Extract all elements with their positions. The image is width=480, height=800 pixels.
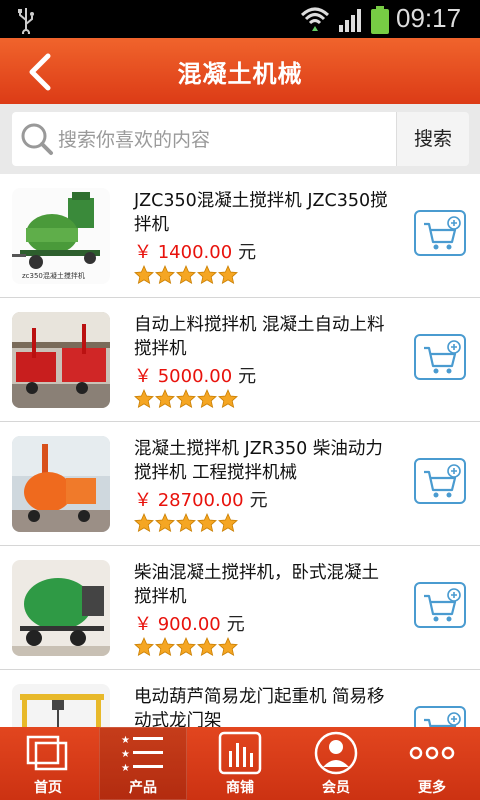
add-to-cart-button[interactable] [414,706,466,727]
list-icon: ★ ★ ★ [121,735,163,774]
star-icon [176,264,196,285]
star-icon [218,388,238,409]
svg-text:★: ★ [121,763,130,774]
product-name[interactable]: 混凝土搅拌机 JZR350 柴油动力搅拌机 工程搅拌机械 [134,437,390,485]
star-icon [155,388,175,409]
star-icon [197,512,217,533]
cart-icon [424,216,461,250]
tab-shops[interactable]: 商铺 [192,727,288,800]
rating-stars [134,388,239,413]
rating-stars [134,512,239,537]
star-icon [218,636,238,657]
product-price: ￥ 5000.00 元 [134,362,256,388]
search-button[interactable]: 搜索 [396,112,469,166]
battery-icon [371,6,389,34]
clock: 09:17 [396,3,462,33]
rating-stars [134,264,239,289]
product-item[interactable]: 自动上料搅拌机 混凝土自动上料搅拌机 ￥ 5000.00 元 [0,298,480,422]
currency-symbol: ￥ [134,366,152,387]
currency-symbol: ￥ [134,490,152,511]
page-title: 混凝土机械 [177,60,303,88]
product-price: ￥ 900.00 元 [134,610,245,636]
product-image: zc350混凝土搅拌机 [12,188,110,284]
cart-icon [424,588,461,622]
wifi-icon [300,7,330,31]
product-item[interactable]: 电动葫芦简易龙门起重机 简易移动式龙门架 [0,670,480,727]
search-box [12,112,396,166]
tab-products[interactable]: ★ ★ ★ 产品 [99,727,187,800]
product-price: ￥ 1400.00 元 [134,238,256,264]
search-bar: 搜索 [0,104,480,174]
product-name[interactable]: 柴油混凝土搅拌机，卧式混凝土搅拌机 [134,561,390,609]
tab-label: 会员 [322,780,350,796]
search-icon [21,123,53,155]
star-icon [176,388,196,409]
product-name[interactable]: 电动葫芦简易龙门起重机 简易移动式龙门架 [134,685,390,727]
currency-symbol: ￥ [134,242,152,263]
star-icon [197,264,217,285]
add-to-cart-button[interactable] [414,582,466,628]
cart-icon [424,712,461,727]
add-to-cart-button[interactable] [414,458,466,504]
price-unit: 元 [238,366,257,387]
add-to-cart-button[interactable] [414,210,466,256]
product-item[interactable]: zc350混凝土搅拌机 JZC350混凝土搅拌机 JZC350搅拌机 ￥ 140… [0,174,480,298]
windows-icon [26,735,68,771]
price-unit: 元 [238,242,257,263]
product-image [12,436,110,532]
star-icon [176,512,196,533]
product-item[interactable]: 柴油混凝土搅拌机，卧式混凝土搅拌机 ￥ 900.00 元 [0,546,480,670]
rating-stars [134,636,239,661]
star-icon [176,636,196,657]
price-unit: 元 [226,614,245,635]
svg-text:★: ★ [121,749,130,760]
tab-label: 商铺 [226,780,254,796]
bar-chart-icon [218,731,262,775]
star-icon [134,512,154,533]
currency-symbol: ￥ [134,614,152,635]
product-image [12,312,110,408]
price-value: 28700.00 [157,490,244,511]
status-bar: 09:17 [0,0,480,38]
price-value: 900.00 [157,614,221,635]
product-price: ￥ 28700.00 元 [134,486,268,512]
usb-icon [18,8,34,34]
signal-icon [339,9,361,32]
product-name[interactable]: 自动上料搅拌机 混凝土自动上料搅拌机 [134,313,390,361]
star-icon [155,264,175,285]
title-bar: 混凝土机械 [0,38,480,104]
star-icon [197,636,217,657]
search-input[interactable] [56,120,390,160]
user-icon [314,731,358,775]
star-icon [197,388,217,409]
star-icon [218,512,238,533]
product-name[interactable]: JZC350混凝土搅拌机 JZC350搅拌机 [134,189,390,237]
tab-home[interactable]: 首页 [0,727,96,800]
product-image [12,560,110,656]
tab-member[interactable]: 会员 [288,727,384,800]
product-list[interactable]: zc350混凝土搅拌机 JZC350混凝土搅拌机 JZC350搅拌机 ￥ 140… [0,174,480,727]
tab-label: 更多 [418,780,446,796]
price-value: 1400.00 [157,242,233,263]
star-icon [155,512,175,533]
add-to-cart-button[interactable] [414,334,466,380]
more-dots-icon [409,746,455,760]
price-unit: 元 [249,490,268,511]
star-icon [155,636,175,657]
star-icon [134,264,154,285]
product-image [12,684,110,727]
tab-label: 产品 [129,780,157,796]
cart-icon [424,464,461,498]
svg-text:zc350混凝土搅拌机: zc350混凝土搅拌机 [22,271,85,280]
tab-more[interactable]: 更多 [384,727,480,800]
cart-icon [424,340,461,374]
star-icon [134,388,154,409]
star-icon [218,264,238,285]
svg-text:★: ★ [121,735,130,746]
tab-label: 首页 [34,780,62,796]
bottom-tab-bar: 首页 ★ ★ ★ 产品 商铺 会员 更多 [0,727,480,800]
price-value: 5000.00 [157,366,233,387]
product-item[interactable]: 混凝土搅拌机 JZR350 柴油动力搅拌机 工程搅拌机械 ￥ 28700.00 元 [0,422,480,546]
star-icon [134,636,154,657]
